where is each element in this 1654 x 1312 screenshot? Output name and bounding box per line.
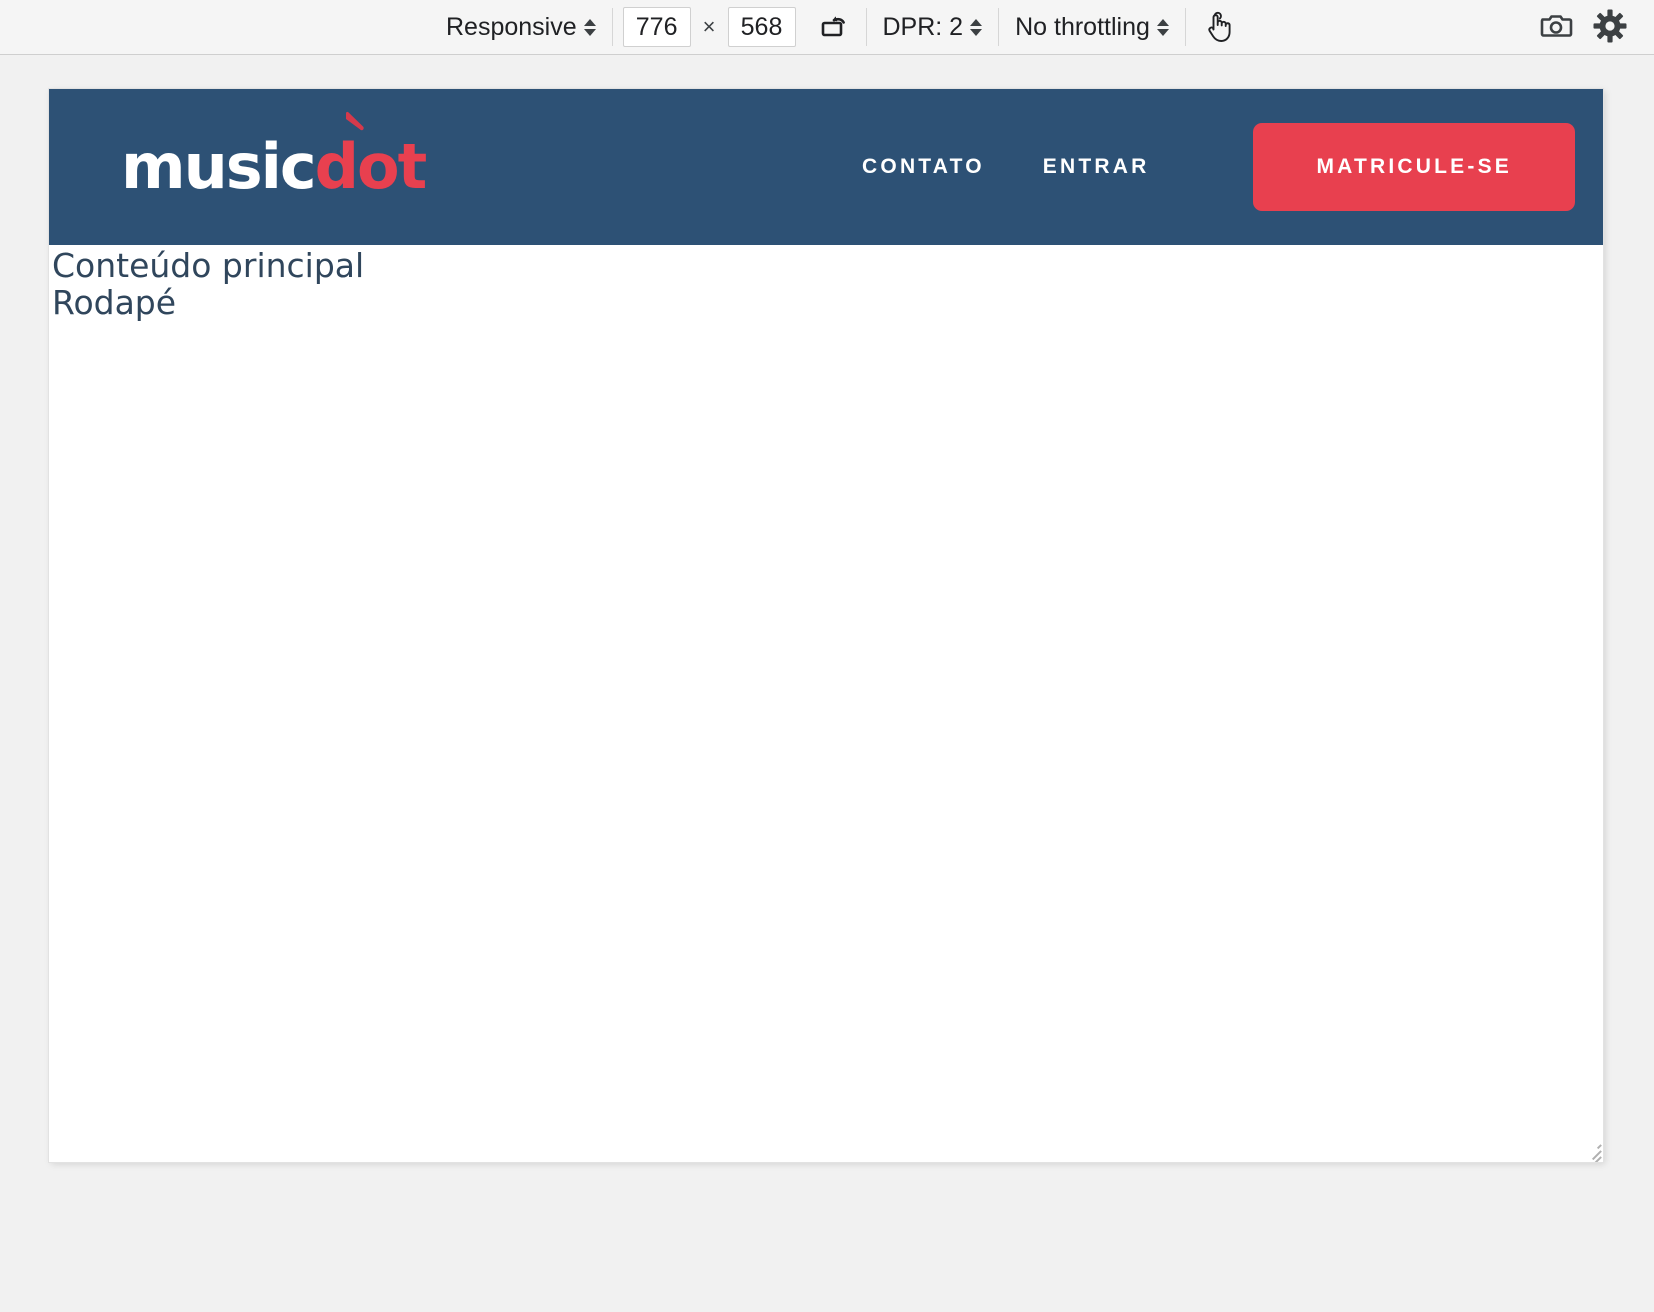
device-select-group: Responsive [440, 0, 602, 55]
toolbar-right-actions [1534, 5, 1654, 49]
device-viewport-wrapper: music dot CONTATO ENTRAR MATRICULE-SE Co… [49, 89, 1603, 1162]
device-mode-toolbar: Responsive × DPR: 2 [0, 0, 1654, 55]
throttling-group: No throttling [1009, 0, 1175, 55]
logo-text-dot: dot [315, 111, 427, 198]
chevron-updown-icon [583, 18, 596, 36]
toolbar-divider [1184, 8, 1186, 46]
toolbar-divider [998, 8, 1000, 46]
device-pixel-ratio-select[interactable]: DPR: 2 [877, 13, 989, 42]
capture-screenshot-button[interactable] [1534, 5, 1578, 49]
site-header: music dot CONTATO ENTRAR MATRICULE-SE [49, 89, 1603, 245]
brand-logo[interactable]: music dot [121, 111, 427, 203]
viewport-height-input[interactable] [727, 7, 796, 47]
toolbar-divider [865, 8, 867, 46]
touch-group [1196, 0, 1240, 55]
nav-link-entrar[interactable]: ENTRAR [1043, 155, 1150, 179]
device-type-select[interactable]: Responsive [440, 13, 602, 42]
dimension-separator: × [702, 14, 716, 39]
logo-dot-letters: dot [314, 130, 428, 203]
emulated-page-viewport: music dot CONTATO ENTRAR MATRICULE-SE Co… [49, 89, 1603, 1162]
settings-button[interactable] [1588, 5, 1632, 49]
network-throttling-select[interactable]: No throttling [1009, 13, 1175, 42]
matricule-se-button[interactable]: MATRICULE-SE [1253, 123, 1575, 211]
main-content-text: Conteúdo principal [52, 246, 365, 285]
chevron-updown-icon [970, 18, 983, 36]
toolbar-left-spacer [0, 27, 440, 28]
dimensions-group: × [622, 0, 856, 55]
dpr-select-label: DPR: 2 [882, 12, 964, 41]
nav-link-contato[interactable]: CONTATO [862, 155, 985, 179]
chevron-updown-icon [1156, 18, 1169, 36]
site-navigation: CONTATO ENTRAR MATRICULE-SE [862, 123, 1575, 211]
logo-text-music: music [121, 130, 317, 203]
gear-icon [1593, 9, 1627, 46]
viewport-width-input[interactable] [622, 7, 691, 47]
toolbar-divider [611, 8, 613, 46]
viewport-resize-handle[interactable] [1579, 1138, 1602, 1162]
page-body: Conteúdo principal Rodapé [49, 245, 1603, 319]
camera-icon [1539, 9, 1573, 46]
throttling-select-label: No throttling [1015, 12, 1150, 41]
dpr-group: DPR: 2 [877, 0, 989, 55]
touch-cursor-icon [1202, 9, 1234, 46]
device-type-select-label: Responsive [446, 12, 577, 41]
rotate-device-icon [819, 11, 849, 44]
rotate-device-button[interactable] [812, 5, 856, 49]
footer-text: Rodapé [52, 283, 177, 322]
touch-simulation-button[interactable] [1196, 5, 1240, 49]
